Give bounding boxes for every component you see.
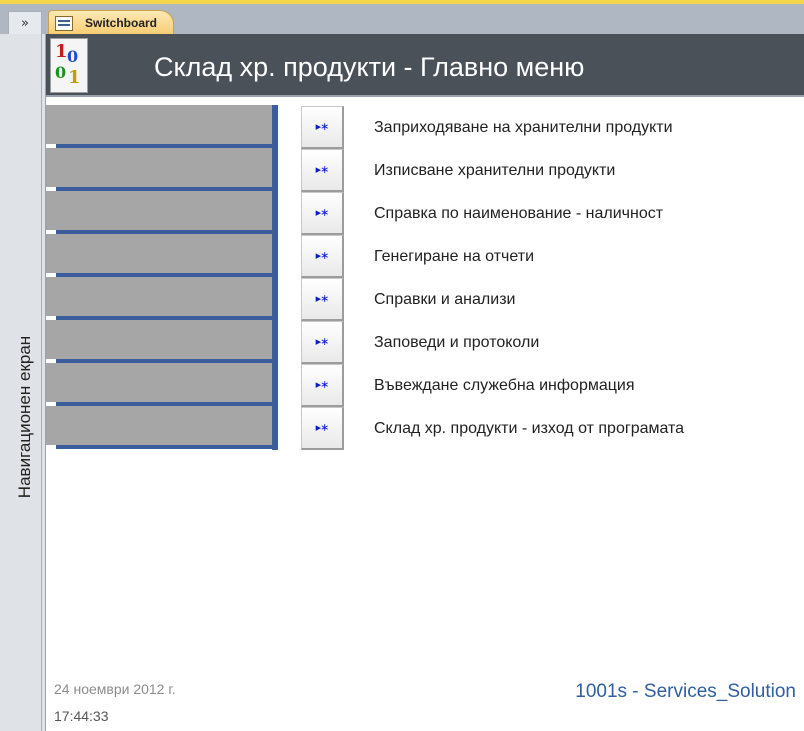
company-name: 1001s - Services_Solution xyxy=(575,681,796,702)
menu-label-1[interactable]: Заприходяване на хранителни продукти xyxy=(374,119,673,137)
menu-bar xyxy=(46,406,272,446)
form-icon xyxy=(55,16,73,31)
menu-bar xyxy=(46,105,272,145)
menu-button-6[interactable]: ▸∗ xyxy=(301,321,344,364)
menu-bar xyxy=(46,191,272,231)
navigation-pane-label: Навигационен екран xyxy=(15,335,34,499)
menu-bar xyxy=(46,277,272,317)
menu-bar-tick xyxy=(46,445,56,449)
menu-label-4[interactable]: Генегиране на отчети xyxy=(374,248,534,266)
menu-label-8[interactable]: Склад хр. продукти - изход от програмата xyxy=(374,420,684,438)
menu-bar-divider xyxy=(56,445,278,449)
navigation-pane[interactable]: Навигационен екран xyxy=(8,34,42,731)
current-date: 24 ноември 2012 г. xyxy=(54,681,176,697)
document-tab-bar: » Switchboard xyxy=(0,4,804,38)
menu-button-7[interactable]: ▸∗ xyxy=(301,364,344,407)
menu-bar xyxy=(46,148,272,188)
menu-bar xyxy=(46,234,272,274)
decorative-bar-panel xyxy=(46,105,278,450)
logo-digit: 0 xyxy=(67,47,79,66)
current-time: 17:44:33 xyxy=(54,708,109,724)
menu-label-2[interactable]: Изписване хранителни продукти xyxy=(374,162,615,180)
menu-label-5[interactable]: Справки и анализи xyxy=(374,291,515,309)
menu-button-1[interactable]: ▸∗ xyxy=(301,106,344,149)
menu-button-4[interactable]: ▸∗ xyxy=(301,235,344,278)
logo: 1 0 0 1 xyxy=(50,38,88,93)
logo-digit: 0 xyxy=(55,63,67,82)
page-title: Склад хр. продукти - Главно меню xyxy=(154,52,585,82)
menu-button-3[interactable]: ▸∗ xyxy=(301,192,344,235)
menu-label-3[interactable]: Справка по наименование - наличност xyxy=(374,205,663,223)
tab-label: Switchboard xyxy=(85,16,158,30)
menu-button-5[interactable]: ▸∗ xyxy=(301,278,344,321)
switchboard-form: 1 0 0 1 Склад хр. продукти - Главно меню xyxy=(45,34,804,731)
menu-button-8[interactable]: ▸∗ xyxy=(301,407,344,450)
menu-label-6[interactable]: Заповеди и протоколи xyxy=(374,334,539,352)
menu-bar xyxy=(46,363,272,403)
logo-digit: 1 xyxy=(68,67,81,88)
menu-button-2[interactable]: ▸∗ xyxy=(301,149,344,192)
form-header: 1 0 0 1 Склад хр. продукти - Главно меню xyxy=(46,34,804,97)
logo-digit: 1 xyxy=(55,41,68,62)
menu-bar xyxy=(46,320,272,360)
access-window: » Switchboard Навигационен екран 1 0 0 1… xyxy=(0,0,804,731)
menu-label-7[interactable]: Въвеждане служебна информация xyxy=(374,377,635,395)
menu-bar-border xyxy=(272,105,278,450)
